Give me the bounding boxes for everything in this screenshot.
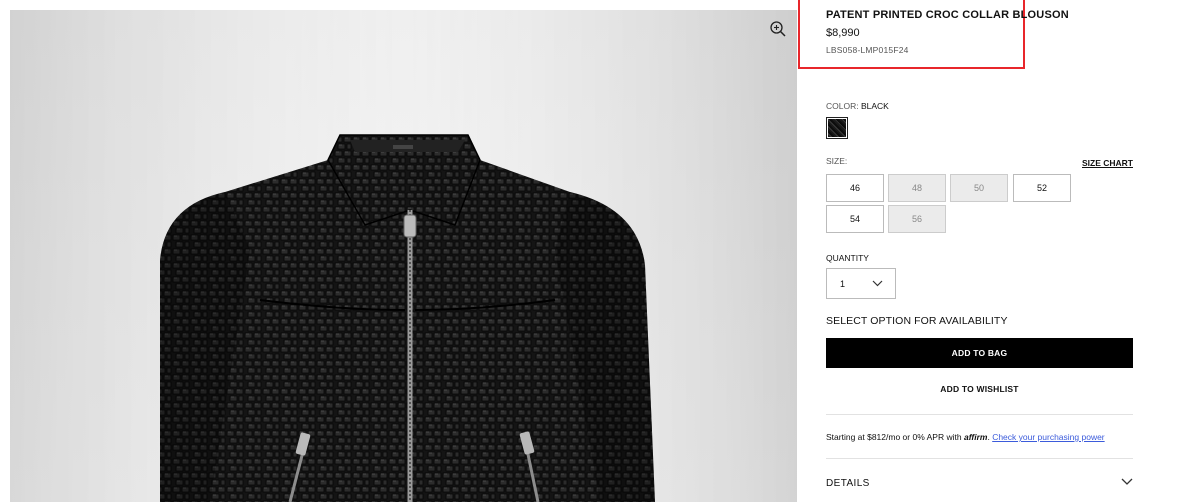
size-label: SIZE: — [826, 156, 848, 166]
size-option[interactable]: 54 — [826, 205, 884, 233]
quantity-value: 1 — [840, 278, 846, 289]
chevron-down-icon — [872, 280, 883, 287]
add-to-wishlist-button[interactable]: ADD TO WISHLIST — [826, 384, 1133, 394]
product-price: $8,990 — [826, 27, 860, 39]
size-option[interactable]: 50 — [950, 174, 1008, 202]
financing-message: Starting at $812/mo or 0% APR with affir… — [826, 432, 1105, 442]
color-value: BLACK — [860, 101, 889, 111]
product-title: PATENT PRINTED CROC COLLAR BLOUSON — [826, 9, 1069, 21]
chevron-down-icon[interactable] — [1121, 478, 1133, 486]
quantity-label: QUANTITY — [826, 253, 869, 263]
purchasing-power-link[interactable]: Check your purchasing power — [992, 432, 1104, 442]
product-info-panel: PATENT PRINTED CROC COLLAR BLOUSON $8,99… — [826, 0, 1133, 502]
size-chart-link[interactable]: SIZE CHART — [1082, 158, 1133, 168]
divider — [826, 458, 1133, 459]
swatch-fill — [828, 119, 846, 137]
quantity-select[interactable]: 1 — [826, 268, 896, 299]
product-image — [10, 10, 797, 502]
size-option[interactable]: 48 — [888, 174, 946, 202]
color-swatch-black[interactable] — [826, 117, 848, 139]
product-image-gallery — [10, 10, 797, 502]
availability-text: SELECT OPTION FOR AVAILABILITY — [826, 315, 1008, 327]
add-to-bag-button[interactable]: ADD TO BAG — [826, 338, 1133, 368]
color-label-text: COLOR: — [826, 101, 859, 111]
product-sku: LBS058-LMP015F24 — [826, 45, 909, 55]
affirm-logo: affirm — [963, 432, 988, 442]
size-option[interactable]: 46 — [826, 174, 884, 202]
details-accordion-label[interactable]: DETAILS — [826, 478, 870, 489]
financing-prefix: Starting at $812/mo or 0% APR with — [826, 432, 962, 442]
zoom-icon[interactable] — [769, 20, 787, 38]
size-option[interactable]: 56 — [888, 205, 946, 233]
size-option[interactable]: 52 — [1013, 174, 1071, 202]
divider — [826, 414, 1133, 415]
color-label: COLOR: BLACK — [826, 101, 889, 111]
